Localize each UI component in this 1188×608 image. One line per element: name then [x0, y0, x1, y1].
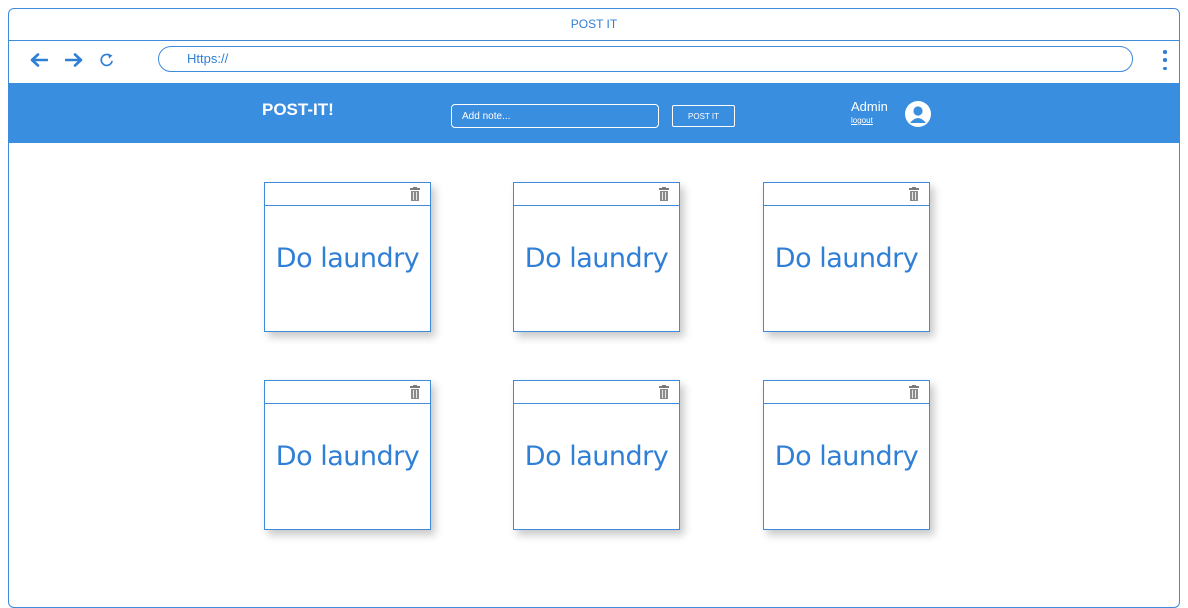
- trash-icon[interactable]: [909, 385, 919, 399]
- trash-icon[interactable]: [659, 187, 669, 201]
- note-card: Do laundry: [763, 380, 930, 530]
- note-card: Do laundry: [763, 182, 930, 332]
- note-header: [764, 183, 929, 206]
- trash-icon[interactable]: [909, 187, 919, 201]
- note-header: [514, 381, 679, 404]
- logout-link[interactable]: logout: [851, 116, 873, 125]
- trash-icon[interactable]: [659, 385, 669, 399]
- note-header: [265, 183, 430, 206]
- app-logo: POST-IT!: [262, 100, 334, 119]
- post-it-button[interactable]: POST IT: [672, 105, 735, 127]
- trash-icon[interactable]: [410, 187, 420, 201]
- note-card: Do laundry: [513, 182, 680, 332]
- address-bar[interactable]: Https://: [158, 46, 1133, 72]
- add-note-input[interactable]: [451, 104, 659, 128]
- arrow-left-icon: [30, 53, 48, 67]
- kebab-menu-icon[interactable]: [1158, 50, 1172, 70]
- note-text: Do laundry: [275, 243, 420, 274]
- note-text: Do laundry: [774, 243, 919, 274]
- forward-button[interactable]: [63, 49, 85, 71]
- window-titlebar: POST IT: [8, 8, 1180, 41]
- browser-toolbar: Https://: [8, 41, 1180, 81]
- note-header: [764, 381, 929, 404]
- note-text: Do laundry: [275, 441, 420, 472]
- arrow-right-icon: [65, 53, 83, 67]
- app-header: POST-IT! POST IT Admin logout: [9, 83, 1179, 143]
- url-text: Https://: [187, 51, 229, 66]
- note-card: Do laundry: [264, 182, 431, 332]
- note-card: Do laundry: [264, 380, 431, 530]
- trash-icon[interactable]: [410, 385, 420, 399]
- user-name: Admin: [851, 99, 888, 114]
- note-text: Do laundry: [524, 243, 669, 274]
- note-text: Do laundry: [524, 441, 669, 472]
- reload-icon: [100, 53, 113, 67]
- window-title: POST IT: [570, 17, 618, 31]
- note-header: [514, 183, 679, 206]
- reload-button[interactable]: [96, 49, 118, 71]
- user-avatar-icon[interactable]: [905, 101, 931, 127]
- back-button[interactable]: [28, 49, 50, 71]
- note-text: Do laundry: [774, 441, 919, 472]
- note-card: Do laundry: [513, 380, 680, 530]
- note-header: [265, 381, 430, 404]
